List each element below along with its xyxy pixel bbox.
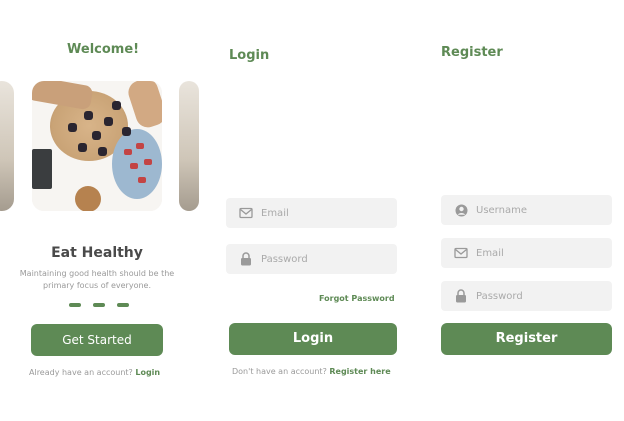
register-screen: Register Register bbox=[428, 0, 624, 421]
subtitle: Maintaining good health should be the pr… bbox=[19, 269, 175, 290]
email-input[interactable] bbox=[261, 207, 381, 219]
password-input[interactable] bbox=[261, 253, 381, 265]
carousel-dot[interactable] bbox=[93, 303, 105, 307]
user-icon bbox=[454, 203, 468, 217]
password-field[interactable] bbox=[226, 244, 397, 274]
mail-icon bbox=[454, 246, 468, 260]
welcome-title: Welcome! bbox=[67, 42, 140, 57]
food-image bbox=[0, 81, 14, 211]
password-input[interactable] bbox=[476, 290, 596, 302]
carousel-card-previous[interactable] bbox=[0, 81, 14, 211]
login-prompt: Already have an account? Login bbox=[29, 368, 160, 377]
mail-icon bbox=[239, 206, 253, 220]
register-prompt-text: Don't have an account? bbox=[232, 367, 327, 376]
food-image bbox=[32, 81, 162, 211]
carousel-card-next[interactable] bbox=[179, 81, 199, 211]
lock-icon bbox=[454, 289, 468, 303]
username-field[interactable] bbox=[441, 195, 612, 225]
forgot-password-link[interactable]: Forgot Password bbox=[319, 294, 395, 303]
register-title: Register bbox=[441, 45, 503, 60]
register-button[interactable]: Register bbox=[441, 323, 612, 355]
carousel-dot[interactable] bbox=[117, 303, 129, 307]
login-link[interactable]: Login bbox=[135, 368, 160, 377]
login-button[interactable]: Login bbox=[229, 323, 397, 355]
headline: Eat Healthy bbox=[51, 245, 143, 261]
login-screen: Login Forgot Password Login Don't have a… bbox=[213, 0, 413, 421]
login-prompt-text: Already have an account? bbox=[29, 368, 133, 377]
carousel-dot[interactable] bbox=[69, 303, 81, 307]
lock-icon bbox=[239, 252, 253, 266]
email-field[interactable] bbox=[441, 238, 612, 268]
carousel-indicator bbox=[69, 303, 129, 307]
food-image bbox=[179, 81, 199, 211]
password-field[interactable] bbox=[441, 281, 612, 311]
login-title: Login bbox=[229, 48, 270, 63]
carousel-card-current[interactable] bbox=[32, 81, 162, 211]
username-input[interactable] bbox=[476, 204, 596, 216]
get-started-button[interactable]: Get Started bbox=[31, 324, 163, 356]
welcome-screen: Welcome! Eat Healthy Maintaining good he… bbox=[0, 0, 200, 421]
register-prompt: Don't have an account? Register here bbox=[232, 367, 391, 376]
register-link[interactable]: Register here bbox=[329, 367, 390, 376]
email-field[interactable] bbox=[226, 198, 397, 228]
email-input[interactable] bbox=[476, 247, 596, 259]
